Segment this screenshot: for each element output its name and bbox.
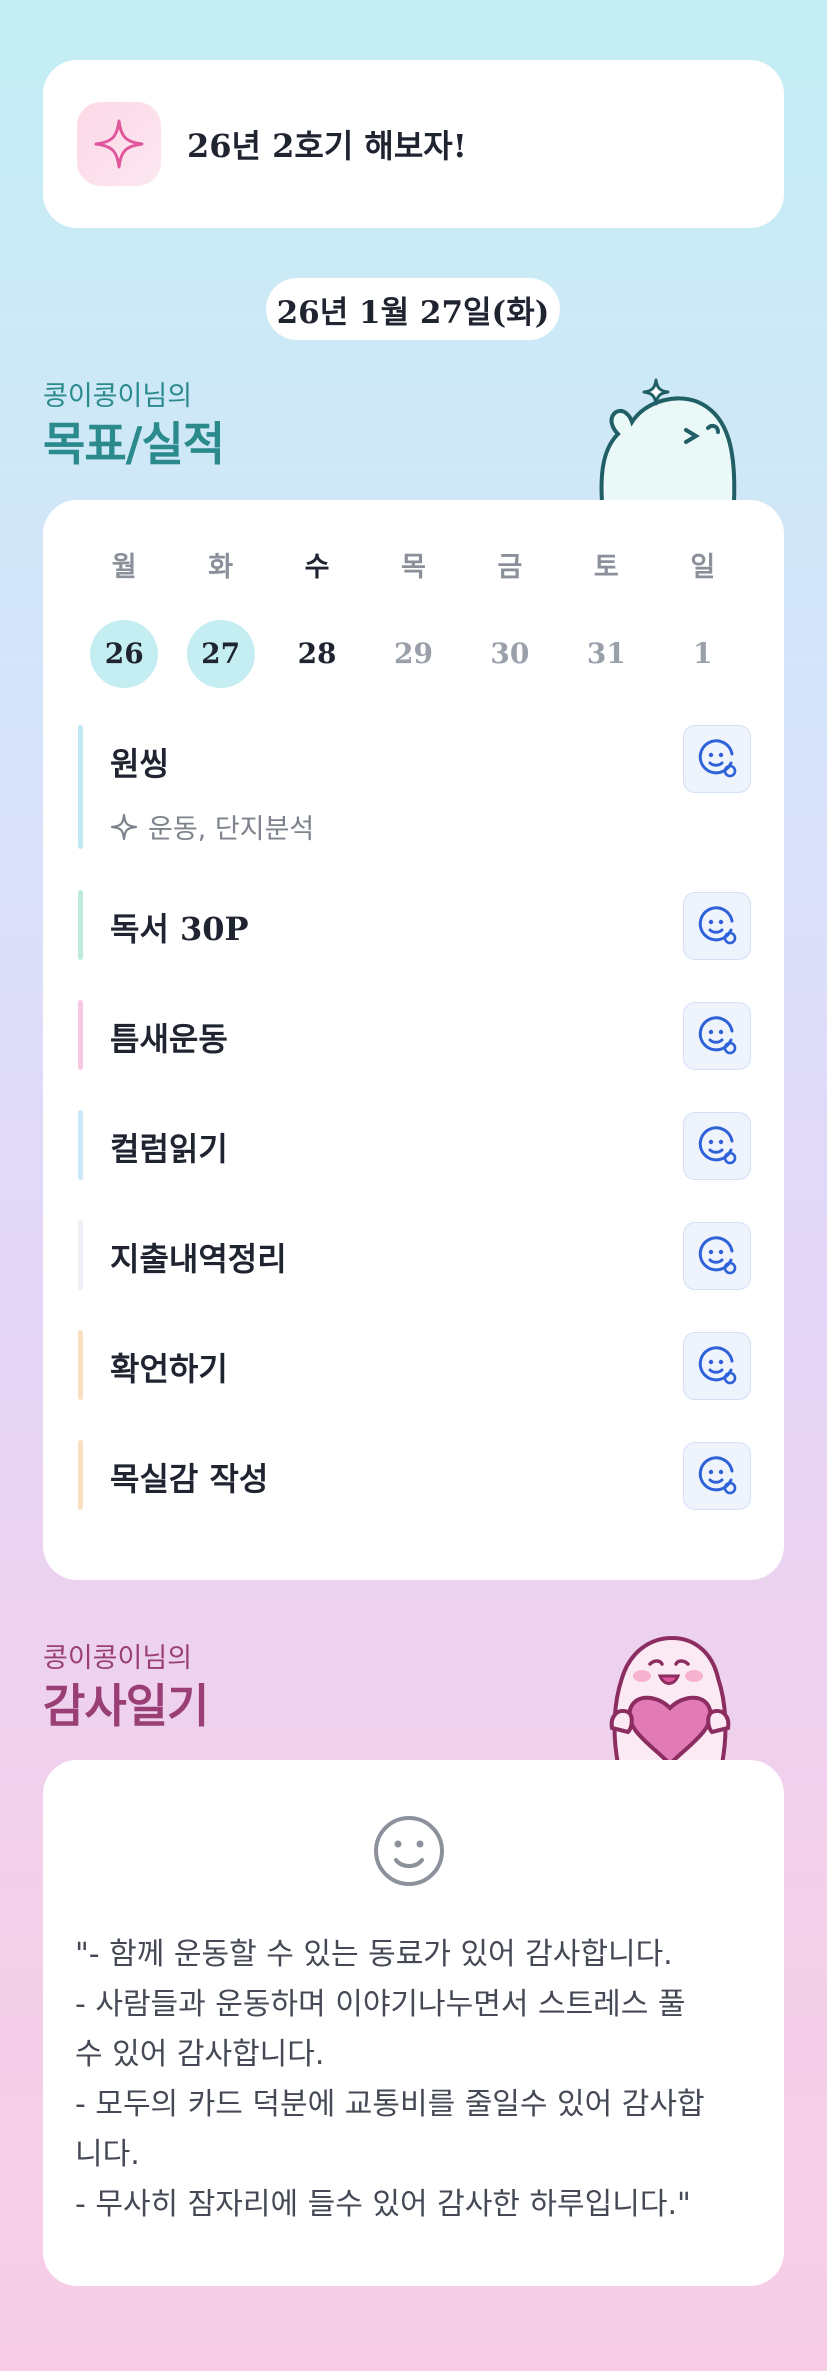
calendar-day-wed[interactable]: 수 28 [269,548,365,688]
date-number: 30 [490,637,530,670]
goal-item-one-thing[interactable]: 원씽 운동, 단지분석 [78,725,751,849]
goal-feedback-button[interactable] [683,1442,751,1510]
weekday-label: 토 [593,552,619,583]
goal-tags: 운동, 단지분석 [110,807,314,846]
goal-color-bar [78,1330,83,1400]
weekday-label: 화 [208,552,234,583]
smile-check-icon [698,1346,737,1385]
goal-name: 틈새운동 [110,1020,228,1058]
goal-feedback-button[interactable] [683,1002,751,1070]
smile-check-icon [698,1016,737,1055]
weekday-label: 일 [690,552,716,583]
smile-check-icon [698,1456,737,1495]
goal-banner[interactable]: 26년 2호기 해보자! [43,60,784,228]
date-number: 1 [692,637,713,670]
goals-card: 월 26 화 27 수 28 목 29 금 30 토 31 일 1 원씽 운동,… [43,500,784,1580]
smile-check-icon [698,906,737,945]
week-calendar: 월 26 화 27 수 28 목 29 금 30 토 31 일 1 [76,548,751,688]
goal-color-bar [78,1440,83,1510]
goal-name: 원씽 [110,745,169,783]
goal-item-journal[interactable]: 목실감 작성 [78,1440,751,1510]
goal-name: 목실감 작성 [110,1460,269,1498]
goal-color-bar [78,1220,83,1290]
goal-item-exercise[interactable]: 틈새운동 [78,1000,751,1070]
weekday-label: 수 [304,552,330,583]
goal-color-bar [78,890,83,960]
date-label: 26년 1월 27일(화) [266,278,560,340]
calendar-day-thu[interactable]: 목 29 [365,548,461,688]
weekday-label: 월 [111,552,137,583]
calendar-day-sat[interactable]: 토 31 [558,548,654,688]
smile-icon [374,1816,444,1886]
banner-title: 26년 2호기 해보자! [187,127,467,165]
gratitude-diary-card[interactable]: "- 함께 운동할 수 있는 동료가 있어 감사합니다. - 사람들과 운동하며… [43,1760,784,2286]
goal-feedback-button[interactable] [683,1332,751,1400]
calendar-day-tue[interactable]: 화 27 [172,548,268,688]
goal-color-bar [78,725,83,849]
goal-item-reading[interactable]: 독서 30P [78,890,751,960]
calendar-day-mon[interactable]: 월 26 [76,548,172,688]
date-number: 31 [586,637,626,670]
goal-name: 지출내역정리 [110,1240,287,1278]
goal-feedback-button[interactable] [683,725,751,793]
goal-feedback-button[interactable] [683,1112,751,1180]
goal-feedback-button[interactable] [683,1222,751,1290]
smile-check-icon [698,739,737,778]
diary-section-title: 감사일기 [43,1679,209,1733]
smile-check-icon [698,1126,737,1165]
goal-feedback-button[interactable] [683,892,751,960]
sparkle-icon [77,102,161,186]
goal-item-affirmation[interactable]: 확언하기 [78,1330,751,1400]
goal-color-bar [78,1110,83,1180]
date-number: 26 [90,620,159,688]
calendar-day-sun[interactable]: 일 1 [655,548,751,688]
date-number: 27 [186,620,255,688]
mascot-heart-illustration [609,1635,731,1764]
goal-name: 독서 30P [110,910,249,948]
goal-tags-text: 운동, 단지분석 [148,814,315,845]
goal-item-expense[interactable]: 지출내역정리 [78,1220,751,1290]
date-number: 29 [393,637,433,670]
weekday-label: 목 [401,552,426,583]
diary-entry-text: "- 함께 운동할 수 있는 동료가 있어 감사합니다. - 사람들과 운동하며… [75,1937,705,2222]
goals-section-title: 목표/실적 [43,417,225,471]
calendar-day-fri[interactable]: 금 30 [462,548,558,688]
date-number: 28 [297,637,337,670]
goal-name: 확언하기 [110,1350,228,1388]
sparkle-icon [110,813,138,840]
mascot-illustration [599,378,737,502]
goal-color-bar [78,1000,83,1070]
smile-check-icon [698,1236,737,1275]
goal-name: 컬럼읽기 [110,1130,228,1168]
goal-item-column[interactable]: 컬럼읽기 [78,1110,751,1180]
weekday-label: 금 [497,552,523,583]
